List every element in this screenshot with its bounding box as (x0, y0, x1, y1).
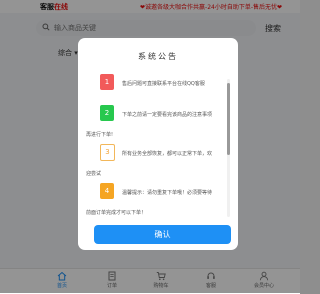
dialog-title: 系统公告 (138, 52, 178, 61)
notice-text: 下单之前请一定要看完该商品的注意事项 (122, 112, 213, 118)
announcement-dialog: 系统公告 1 售后问题可直接联系平台在线QQ客服 2 下单之前请一定要看完该商品… (78, 38, 238, 250)
notice-number-badge: 3 (100, 144, 115, 161)
confirm-button[interactable]: 确认 (94, 225, 231, 244)
notice-text-continued: 再进行下单! (86, 132, 114, 138)
notice-text: 温馨提示：请勿重复下单哦！必须要等待 (122, 190, 213, 196)
notice-number-badge: 1 (100, 74, 114, 90)
notice-number-badge: 4 (100, 183, 114, 199)
notice-text-continued: 前面订单完成才可以下单！ (86, 210, 147, 216)
notice-number-badge: 2 (100, 105, 114, 121)
announcement-scrollbar-thumb[interactable] (227, 83, 230, 155)
notice-text-continued: 迎尝试 (86, 171, 102, 177)
announcement-list[interactable]: 1 售后问题可直接联系平台在线QQ客服 2 下单之前请一定要看完该商品的注意事项… (86, 71, 233, 219)
notice-text: 所有业务全部恢复，都可以正常下单，欢 (122, 151, 213, 157)
notice-text: 售后问题可直接联系平台在线QQ客服 (122, 81, 205, 87)
